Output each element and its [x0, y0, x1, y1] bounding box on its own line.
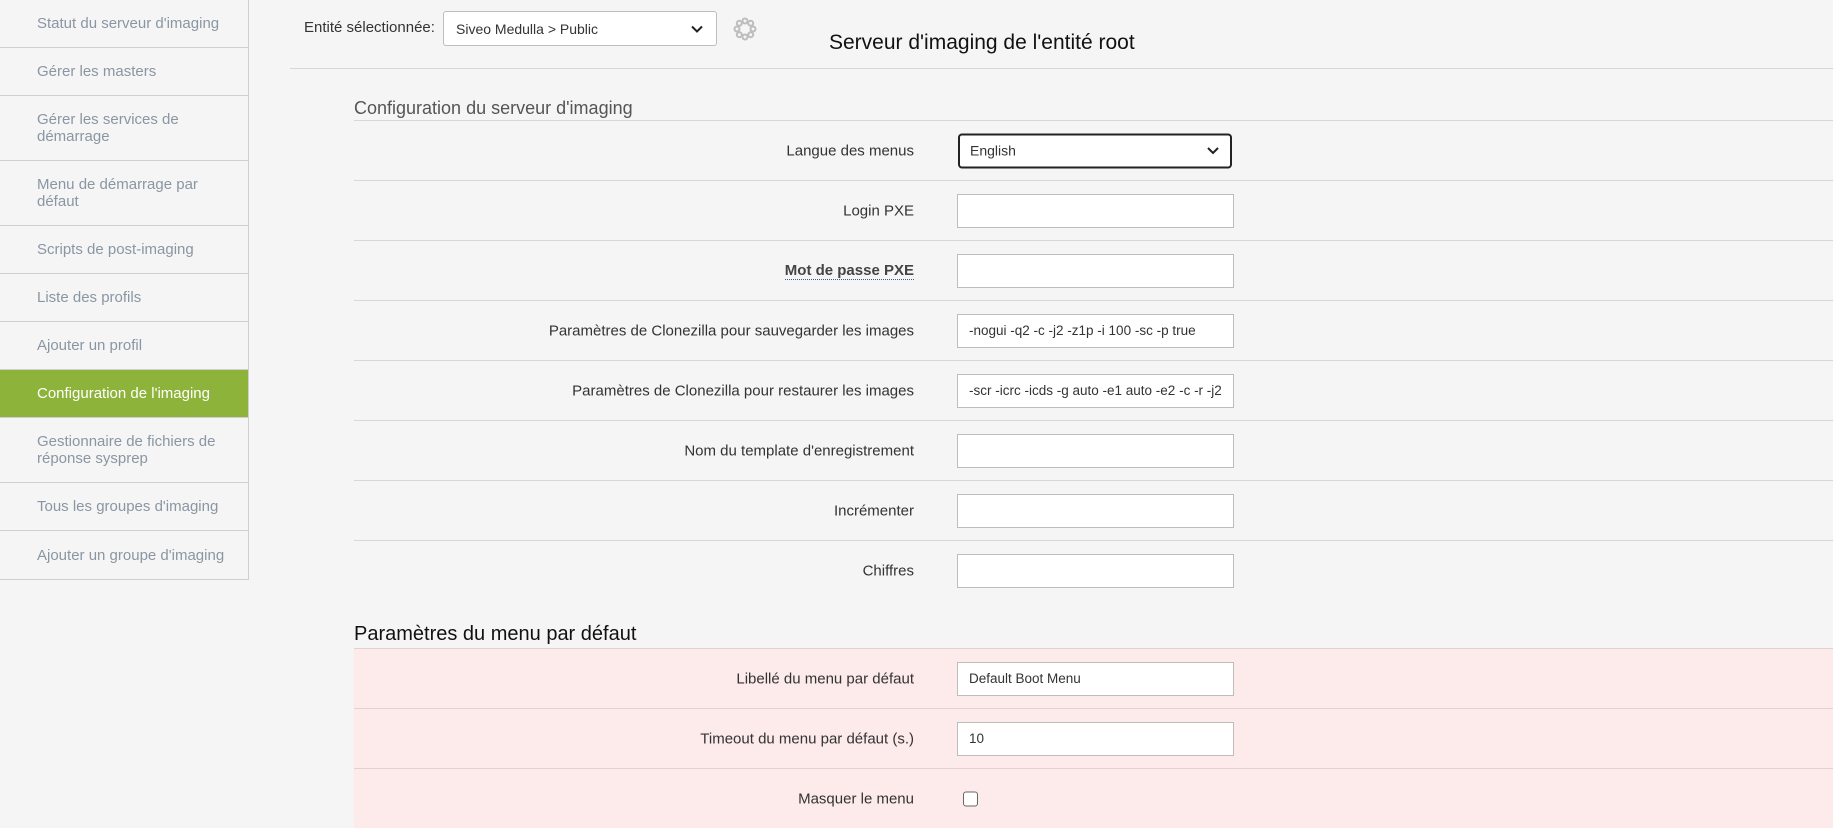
- langue-label: Langue des menus: [786, 142, 914, 159]
- password-pxe-label: Mot de passe PXE: [784, 261, 914, 280]
- clonezilla-save-label: Paramètres de Clonezilla pour sauvegarde…: [548, 322, 914, 339]
- menu-label-label: Libellé du menu par défaut: [736, 670, 914, 687]
- entity-select-value: Siveo Medulla > Public: [456, 20, 599, 37]
- sidebar-item-groupes-imaging[interactable]: Tous les groupes d'imaging: [0, 483, 248, 531]
- form-row-chiffres: Chiffres: [354, 540, 1833, 600]
- form-row-clonezilla-restore: Paramètres de Clonezilla pour restaurer …: [354, 360, 1833, 420]
- entity-label: Entité sélectionnée:: [304, 19, 435, 36]
- entity-header: Entité sélectionnée: Siveo Medulla > Pub…: [290, 0, 1833, 69]
- login-pxe-input[interactable]: [957, 193, 1234, 228]
- langue-select[interactable]: English: [958, 133, 1232, 168]
- menu-timeout-label: Timeout du menu par défaut (s.): [700, 730, 914, 747]
- sidebar-item-sysprep[interactable]: Gestionnaire de fichiers de réponse sysp…: [0, 418, 248, 483]
- sidebar-item-label: Liste des profils: [37, 289, 142, 306]
- password-pxe-input[interactable]: [957, 253, 1234, 288]
- form-row-menu-label: Libellé du menu par défaut Default Boot …: [354, 648, 1833, 708]
- langue-select-value: English: [970, 142, 1016, 159]
- sidebar-item-label: Gérer les services de démarrage: [37, 111, 179, 145]
- form-row-menu-timeout: Timeout du menu par défaut (s.) 10: [354, 708, 1833, 768]
- incrementer-input[interactable]: [957, 493, 1234, 528]
- form-row-login-pxe: Login PXE: [354, 180, 1833, 240]
- config-form: Langue des menus English Login PXE Mot d…: [354, 120, 1833, 600]
- sidebar-nav: Statut du serveur d'imaging Gérer les ma…: [0, 0, 249, 580]
- form-row-incrementer: Incrémenter: [354, 480, 1833, 540]
- chiffres-label: Chiffres: [862, 562, 914, 579]
- sidebar-item-label: Gestionnaire de fichiers de réponse sysp…: [37, 433, 216, 467]
- form-row-hide-menu: Masquer le menu: [354, 768, 1833, 828]
- sidebar-item-label: Ajouter un groupe d'imaging: [37, 546, 225, 564]
- login-pxe-label: Login PXE: [843, 202, 914, 219]
- incrementer-label: Incrémenter: [833, 502, 914, 519]
- page-title: Serveur d'imaging de l'entité root: [829, 31, 1135, 54]
- sidebar-item-label: Menu de démarrage par défaut: [37, 176, 198, 210]
- chevron-down-icon: [691, 25, 703, 33]
- template-label: Nom du template d'enregistrement: [684, 442, 914, 459]
- menu-label-input[interactable]: Default Boot Menu: [957, 661, 1234, 696]
- sidebar-item-configuration-imaging[interactable]: Configuration de l'imaging: [0, 370, 248, 418]
- sidebar-item-label: Scripts de post-imaging: [37, 241, 194, 258]
- entity-select[interactable]: Siveo Medulla > Public: [443, 11, 717, 46]
- sidebar-item-ajouter-groupe[interactable]: Ajouter un groupe d'imaging: [0, 531, 248, 579]
- sidebar-item-label: Ajouter un profil: [37, 337, 143, 354]
- sidebar-item-statut-serveur[interactable]: Statut du serveur d'imaging: [0, 0, 248, 48]
- sidebar-item-ajouter-profil[interactable]: Ajouter un profil: [0, 322, 248, 370]
- spinner-icon: [733, 17, 757, 41]
- form-row-clonezilla-save: Paramètres de Clonezilla pour sauvegarde…: [354, 300, 1833, 360]
- sidebar-item-gerer-masters[interactable]: Gérer les masters: [0, 48, 248, 96]
- form-row-langue: Langue des menus English: [354, 120, 1833, 180]
- hide-menu-label: Masquer le menu: [798, 790, 914, 807]
- clonezilla-restore-label: Paramètres de Clonezilla pour restaurer …: [572, 382, 914, 399]
- chiffres-input[interactable]: [957, 553, 1234, 588]
- sidebar-item-label: Configuration de l'imaging: [37, 385, 210, 402]
- chevron-down-icon: [1207, 147, 1219, 155]
- clonezilla-save-input[interactable]: -nogui -q2 -c -j2 -z1p -i 100 -sc -p tru…: [957, 313, 1234, 348]
- menu-timeout-input[interactable]: 10: [957, 721, 1234, 756]
- sidebar-item-services-demarrage[interactable]: Gérer les services de démarrage: [0, 96, 248, 161]
- form-row-template: Nom du template d'enregistrement: [354, 420, 1833, 480]
- sidebar-item-label: Gérer les masters: [37, 63, 157, 80]
- sidebar-item-scripts-post-imaging[interactable]: Scripts de post-imaging: [0, 226, 248, 274]
- sidebar-item-liste-profils[interactable]: Liste des profils: [0, 274, 248, 322]
- form-row-password-pxe: Mot de passe PXE: [354, 240, 1833, 300]
- sidebar-item-label: Statut du serveur d'imaging: [37, 15, 220, 32]
- template-input[interactable]: [957, 433, 1234, 468]
- sidebar-item-menu-demarrage[interactable]: Menu de démarrage par défaut: [0, 161, 248, 226]
- menu-form: Libellé du menu par défaut Default Boot …: [354, 648, 1833, 828]
- clonezilla-restore-input[interactable]: -scr -icrc -icds -g auto -e1 auto -e2 -c…: [957, 373, 1234, 408]
- sidebar-item-label: Tous les groupes d'imaging: [37, 498, 219, 515]
- hide-menu-checkbox[interactable]: [963, 791, 978, 806]
- menu-section-title: Paramètres du menu par défaut: [354, 623, 637, 645]
- config-section-title: Configuration du serveur d'imaging: [354, 98, 633, 118]
